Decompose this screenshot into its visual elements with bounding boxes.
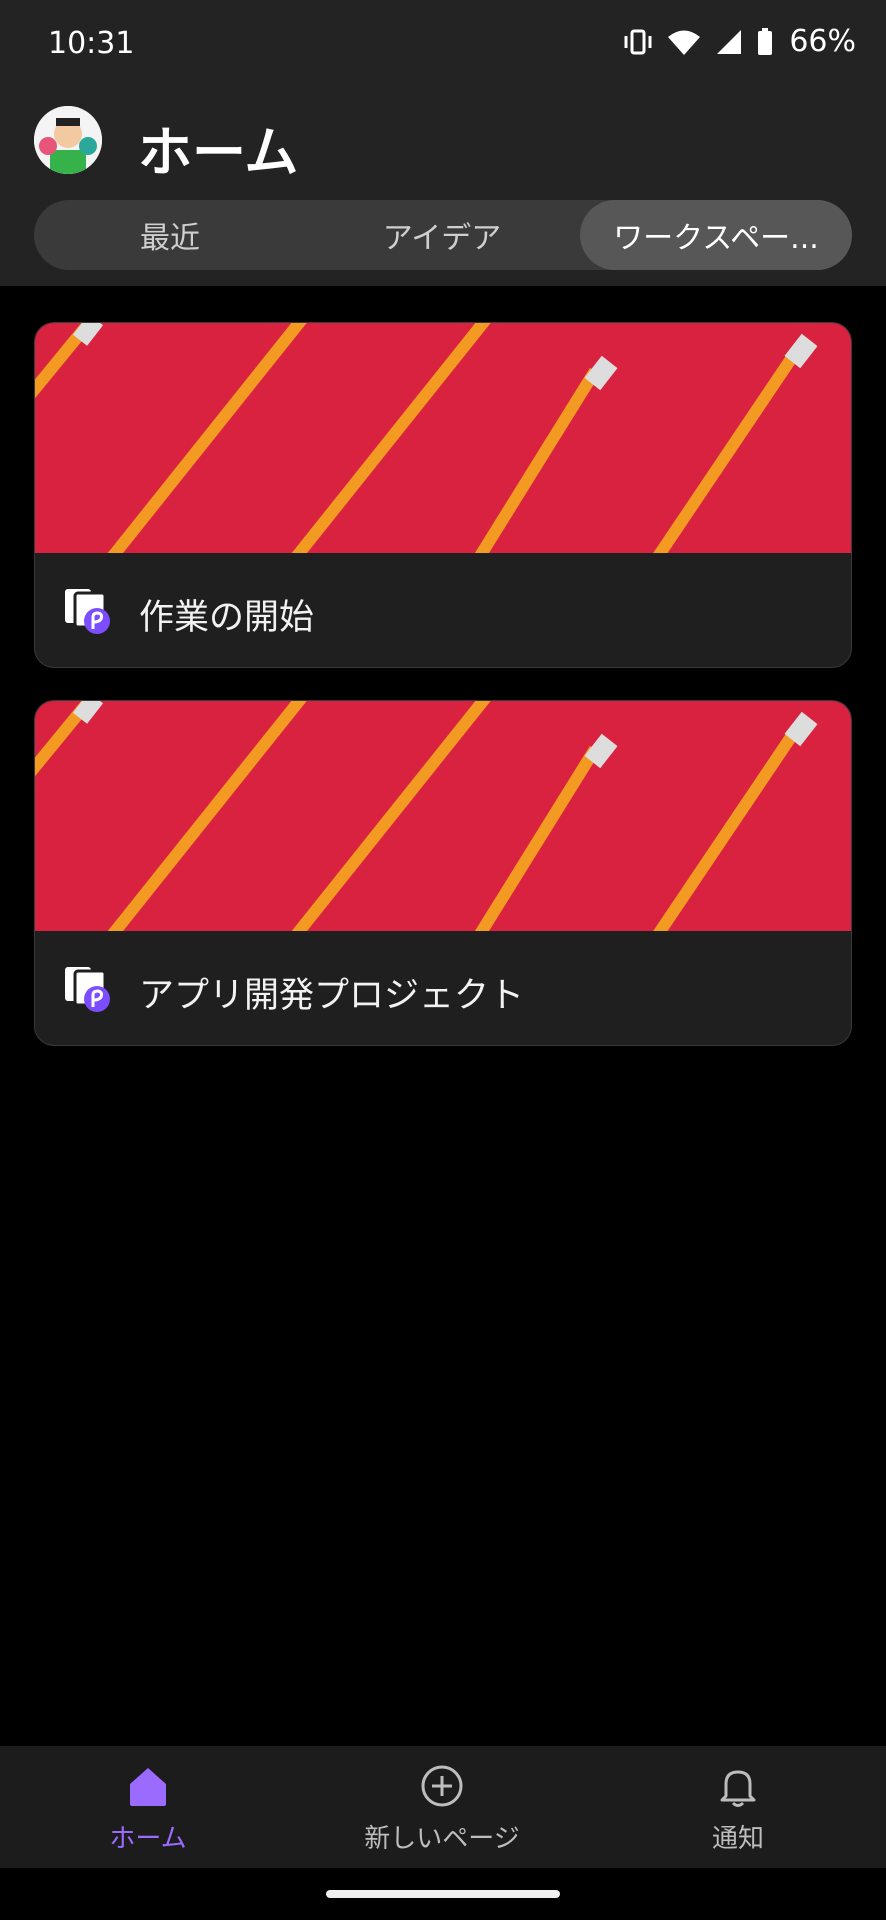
vibrate-icon (623, 28, 653, 56)
battery-percentage: 66% (789, 24, 856, 59)
page-card[interactable]: 作業の開始 (34, 322, 852, 668)
signal-icon (715, 28, 743, 56)
bell-icon (716, 1764, 760, 1812)
bottom-nav: ホーム 新しいページ 通知 (0, 1746, 886, 1868)
page-icon (63, 965, 113, 1013)
status-time: 10:31 (48, 26, 135, 61)
nav-home-label: ホーム (109, 1824, 187, 1854)
card-title: アプリ開発プロジェクト (139, 976, 525, 1016)
wifi-icon (667, 28, 701, 56)
page-card[interactable]: アプリ開発プロジェクト (34, 700, 852, 1046)
nav-notifications[interactable]: 通知 (618, 1764, 858, 1854)
status-icons: 66% (623, 24, 856, 59)
add-circle-icon (420, 1764, 464, 1812)
app-header: ホーム 最近 アイデア ワークスペー... (0, 86, 886, 286)
nav-new-page-label: 新しいページ (364, 1824, 520, 1854)
tab-workspace[interactable]: ワークスペー... (580, 200, 852, 270)
tab-ideas[interactable]: アイデア (306, 200, 578, 270)
page-icon (63, 587, 113, 635)
avatar[interactable] (34, 106, 102, 174)
card-title: 作業の開始 (139, 598, 315, 638)
home-indicator[interactable] (326, 1890, 560, 1898)
tab-bar: 最近 アイデア ワークスペー... (34, 200, 852, 270)
cover-image (35, 323, 851, 553)
home-icon (126, 1764, 170, 1812)
page-title: ホーム (138, 121, 299, 184)
nav-new-page[interactable]: 新しいページ (322, 1764, 562, 1854)
nav-home[interactable]: ホーム (28, 1764, 268, 1854)
tab-recent[interactable]: 最近 (34, 200, 306, 270)
cover-image (35, 701, 851, 931)
card-footer: アプリ開発プロジェクト (35, 931, 851, 1045)
nav-notifications-label: 通知 (711, 1824, 764, 1854)
status-bar: 10:31 66% (0, 0, 886, 86)
card-footer: 作業の開始 (35, 553, 851, 667)
battery-icon (757, 27, 773, 56)
